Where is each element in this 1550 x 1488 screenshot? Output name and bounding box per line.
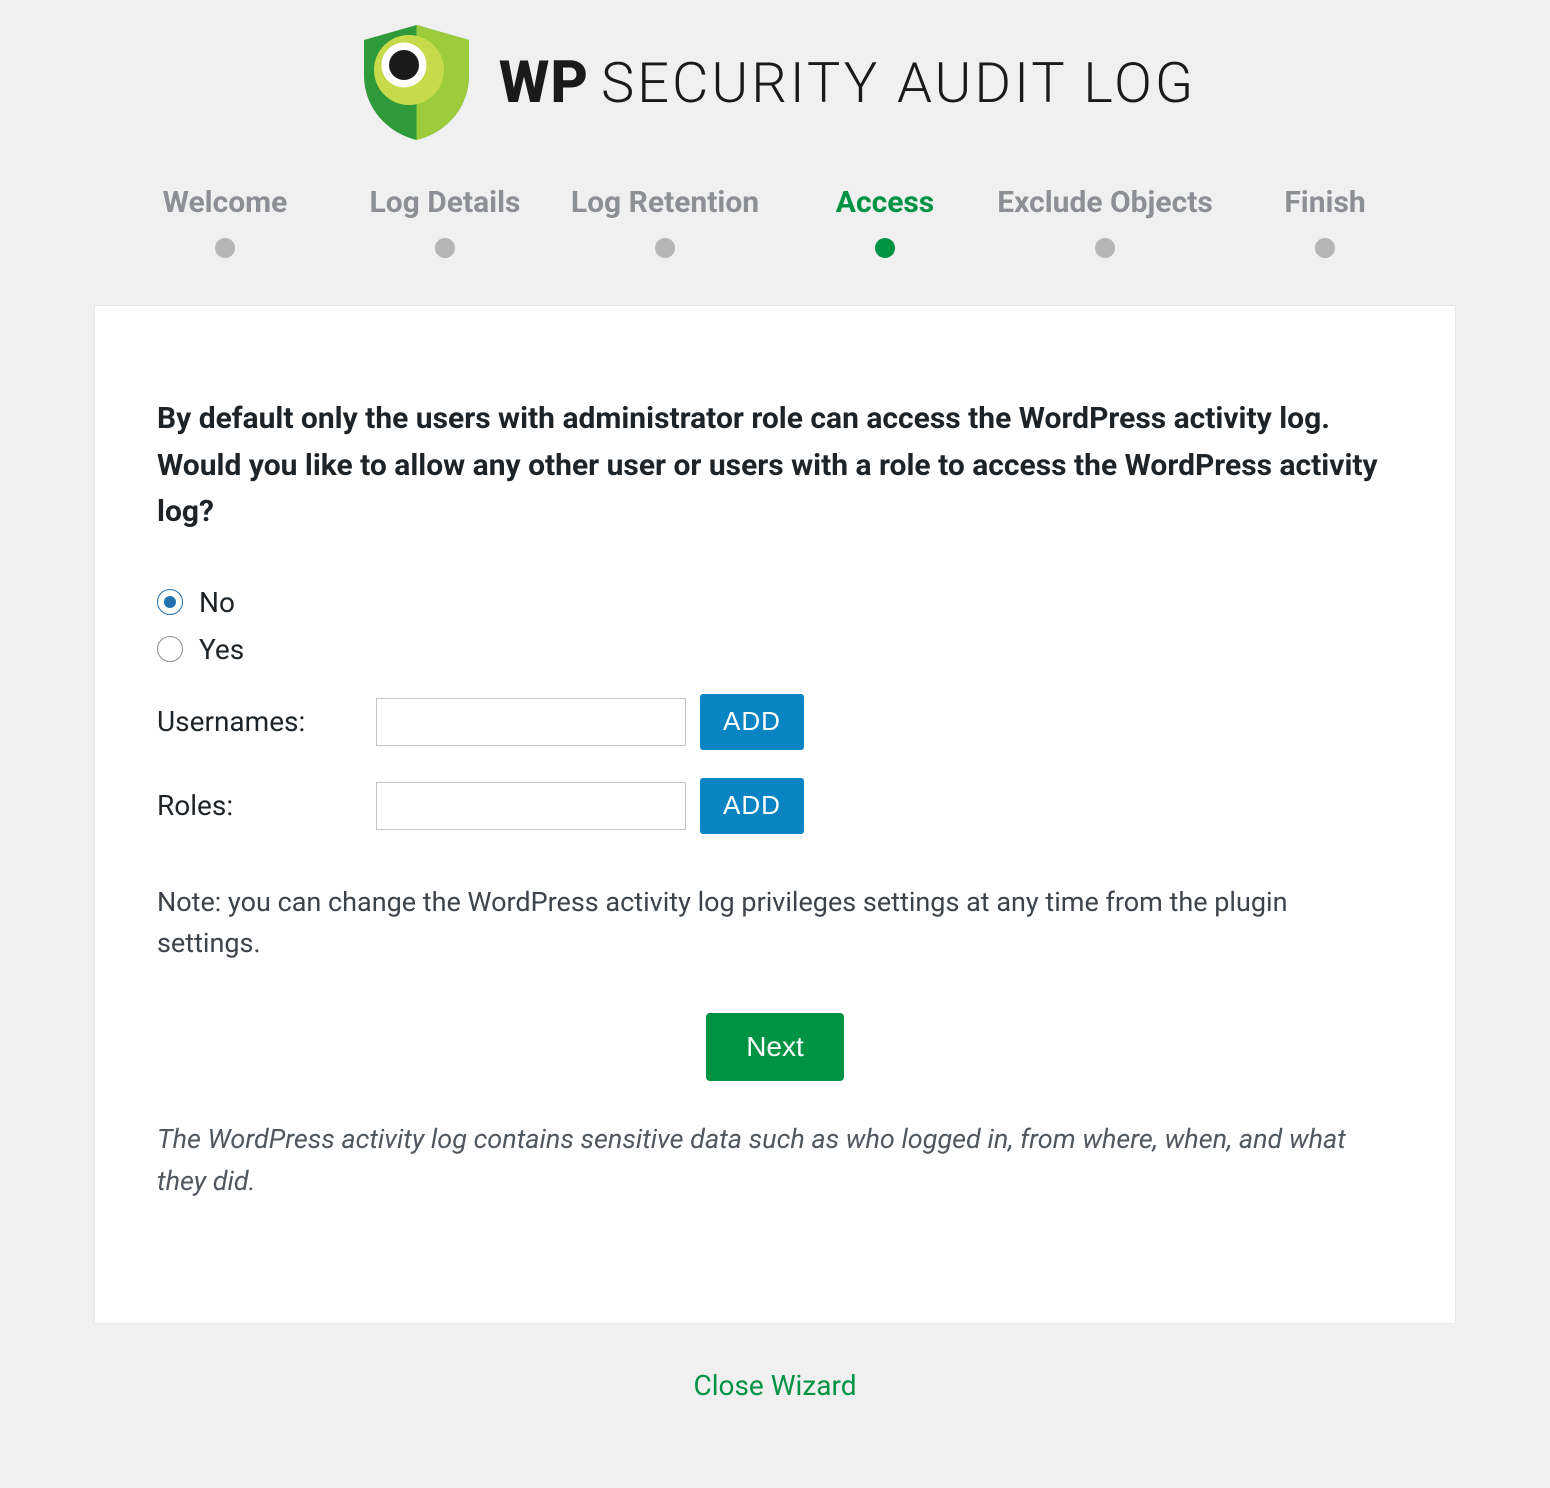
brand-logo: WP SECURITY AUDIT LOG (95, 0, 1455, 185)
roles-add-button[interactable]: ADD (700, 778, 804, 834)
step-label: Finish (1215, 185, 1435, 220)
roles-input[interactable] (376, 782, 686, 830)
brand-text-rest: SECURITY AUDIT LOG (601, 50, 1196, 116)
step-label: Log Details (335, 185, 555, 220)
usernames-row: Usernames: ADD (157, 694, 1393, 750)
sensitive-data-disclaimer: The WordPress activity log contains sens… (157, 1119, 1393, 1203)
option-no-label[interactable]: No (199, 586, 235, 619)
step-dot-icon (215, 238, 235, 258)
roles-row: Roles: ADD (157, 778, 1393, 834)
step-label: Exclude Objects (995, 185, 1215, 220)
step-label: Welcome (115, 185, 335, 220)
step-label: Log Retention (555, 185, 775, 220)
option-yes-radio[interactable] (157, 636, 183, 662)
wizard-question: By default only the users with administr… (157, 396, 1393, 536)
usernames-input[interactable] (376, 698, 686, 746)
privileges-note: Note: you can change the WordPress activ… (157, 882, 1393, 966)
step-dot-icon (1315, 238, 1335, 258)
step-log-retention[interactable]: Log Retention (555, 185, 775, 258)
wizard-card: By default only the users with administr… (95, 306, 1455, 1323)
step-dot-icon (655, 238, 675, 258)
shield-eye-icon (354, 20, 479, 145)
step-finish[interactable]: Finish (1215, 185, 1435, 258)
step-exclude-objects[interactable]: Exclude Objects (995, 185, 1215, 258)
roles-label: Roles: (157, 789, 362, 822)
option-no-radio[interactable] (157, 589, 183, 615)
brand-text: WP SECURITY AUDIT LOG (499, 49, 1196, 117)
step-dot-icon (1095, 238, 1115, 258)
step-access[interactable]: Access (775, 185, 995, 258)
option-yes-row[interactable]: Yes (157, 633, 1393, 666)
step-label: Access (775, 185, 995, 220)
close-wizard-link[interactable]: Close Wizard (693, 1369, 856, 1402)
step-dot-icon (875, 238, 895, 258)
step-dot-icon (435, 238, 455, 258)
option-no-row[interactable]: No (157, 586, 1393, 619)
step-log-details[interactable]: Log Details (335, 185, 555, 258)
brand-text-wp: WP (499, 49, 589, 117)
next-button[interactable]: Next (706, 1013, 844, 1081)
usernames-add-button[interactable]: ADD (700, 694, 804, 750)
step-welcome[interactable]: Welcome (115, 185, 335, 258)
usernames-label: Usernames: (157, 705, 362, 738)
wizard-steps: Welcome Log Details Log Retention Access… (95, 185, 1455, 306)
option-yes-label[interactable]: Yes (199, 633, 244, 666)
